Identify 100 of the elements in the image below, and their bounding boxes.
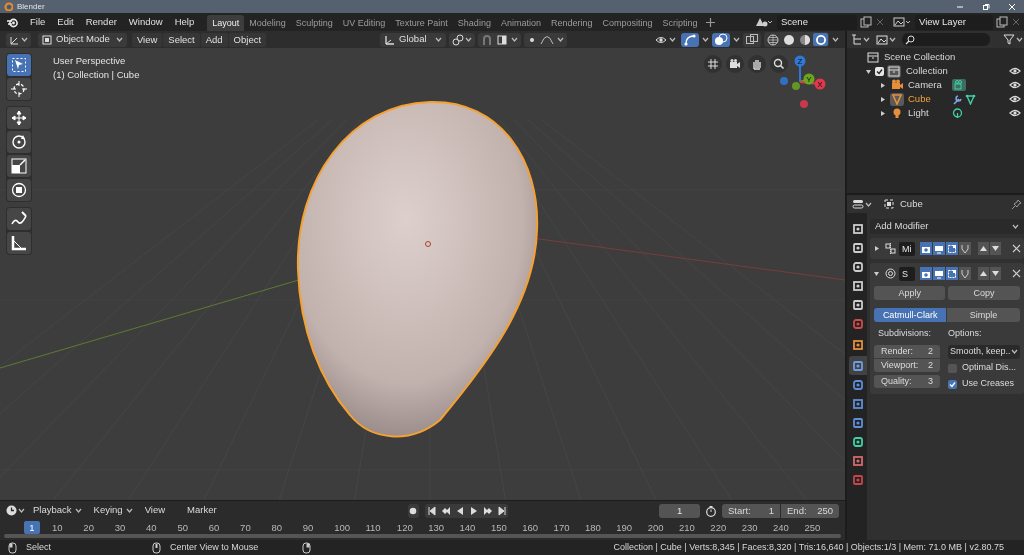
workspace-tab[interactable]: Scripting: [657, 15, 703, 31]
jump-start-button[interactable]: [425, 503, 439, 518]
collapsed-arrow-icon[interactable]: [879, 81, 886, 89]
move-down-button[interactable]: [990, 242, 1001, 255]
workspace-tab[interactable]: UV Editing: [337, 15, 391, 31]
checkbox[interactable]: [875, 66, 884, 76]
camera-data-icon[interactable]: [952, 79, 966, 91]
tool-button[interactable]: [7, 54, 31, 76]
workspace-tab[interactable]: Rendering: [545, 15, 598, 31]
jump-end-button[interactable]: [495, 503, 509, 518]
menu-button[interactable]: View: [140, 503, 180, 518]
number-field[interactable]: Quality: 3: [874, 374, 940, 388]
menu-item[interactable]: Render: [80, 17, 122, 27]
workspace-tab[interactable]: Animation: [495, 15, 546, 31]
copy-icon[interactable]: [996, 16, 1008, 28]
display-toggle[interactable]: [920, 242, 932, 255]
editor-type-button[interactable]: [6, 505, 25, 516]
wrench-icon[interactable]: [952, 93, 962, 105]
display-mode-button[interactable]: [876, 34, 896, 45]
workspace-tab[interactable]: Texture Paint: [390, 15, 453, 31]
plus-icon[interactable]: [704, 17, 716, 28]
scene-field[interactable]: Scene: [777, 14, 857, 30]
outliner-item[interactable]: Collection: [906, 63, 948, 79]
navigation-gizmo[interactable]: Z Y X: [778, 48, 834, 110]
number-field[interactable]: Viewport: 2: [874, 358, 940, 372]
xray-toggle[interactable]: [743, 32, 761, 47]
falloff-icon[interactable]: [539, 34, 554, 45]
workspace-tab[interactable]: Shading: [452, 15, 496, 31]
tool-button[interactable]: [7, 155, 31, 177]
stopwatch-icon[interactable]: [705, 504, 717, 517]
editor-type-button[interactable]: [852, 199, 872, 209]
snap-icon[interactable]: [495, 33, 508, 46]
light-data-icon[interactable]: [952, 107, 963, 119]
menu-button[interactable]: Object: [228, 32, 267, 47]
menu-button[interactable]: Playback: [29, 503, 86, 518]
mesh-data-icon[interactable]: [965, 93, 976, 105]
filter-button[interactable]: [1002, 34, 1023, 45]
mode-dropdown[interactable]: Object Mode: [38, 32, 127, 47]
display-toggle[interactable]: [933, 242, 945, 255]
type-tab[interactable]: Simple: [947, 308, 1020, 322]
tool-button[interactable]: [7, 107, 31, 129]
axis-handle[interactable]: Y: [803, 73, 815, 85]
view-layer-icon[interactable]: [892, 16, 912, 28]
move-up-button[interactable]: [978, 242, 989, 255]
outliner-row[interactable]: Collection: [847, 64, 1024, 78]
search-field[interactable]: [902, 33, 990, 46]
outliner-item[interactable]: Cube: [908, 91, 948, 107]
tool-button[interactable]: [7, 131, 31, 153]
pivot-button[interactable]: [448, 32, 475, 47]
pin-icon[interactable]: [1010, 198, 1022, 210]
action-button[interactable]: Copy: [948, 286, 1020, 300]
current-frame-field[interactable]: 1: [659, 503, 700, 518]
menu-item[interactable]: Window: [123, 17, 168, 27]
menu-button[interactable]: Marker: [183, 503, 231, 518]
workspace-tab[interactable]: Layout: [207, 15, 245, 31]
collapsed-arrow-icon[interactable]: [879, 109, 886, 117]
display-toggle[interactable]: [933, 267, 945, 280]
eye-icon[interactable]: [1008, 81, 1021, 89]
collapsed-arrow-icon[interactable]: [879, 95, 886, 103]
end-frame-field[interactable]: End: 250: [781, 503, 839, 518]
record-button[interactable]: [407, 503, 420, 518]
menu-button[interactable]: Select: [163, 32, 200, 47]
move-down-button[interactable]: [990, 267, 1001, 280]
maximize-icon[interactable]: [982, 2, 990, 11]
outliner-item[interactable]: Scene Collection: [884, 49, 956, 65]
tool-button[interactable]: [7, 232, 31, 254]
expanded-arrow-icon[interactable]: [865, 67, 872, 75]
tool-button[interactable]: [7, 78, 31, 100]
timeline-scrollbar[interactable]: [4, 534, 841, 538]
type-tab[interactable]: Catmull-Clark: [874, 308, 947, 322]
modifier-tab[interactable]: [849, 356, 867, 375]
axis-handle[interactable]: Z: [794, 55, 806, 67]
menu-item[interactable]: File: [25, 17, 51, 27]
menu-item[interactable]: Edit: [52, 17, 79, 27]
workspace-tab[interactable]: Sculpting: [290, 15, 338, 31]
view-layer-field[interactable]: View Layer: [915, 14, 993, 30]
workspace-tab[interactable]: Compositing: [597, 15, 658, 31]
eye-icon[interactable]: [1008, 109, 1021, 117]
display-toggle[interactable]: [946, 267, 958, 280]
rendered-shading-button[interactable]: [813, 33, 828, 46]
tool-button[interactable]: [7, 208, 31, 230]
workspace-tab[interactable]: Modeling: [244, 15, 291, 31]
scene-icon[interactable]: [754, 16, 774, 28]
gizmo-toggle[interactable]: [681, 32, 699, 47]
copy-icon[interactable]: [860, 16, 872, 28]
axis-handle[interactable]: X: [814, 78, 826, 90]
collapsed-arrow-icon[interactable]: [873, 245, 880, 252]
menu-button[interactable]: View: [131, 32, 163, 47]
menu-item[interactable]: Help: [169, 17, 200, 27]
outliner-item[interactable]: Light: [908, 105, 948, 121]
move-up-button[interactable]: [978, 267, 989, 280]
number-field[interactable]: Render: 2: [874, 344, 940, 358]
eye-icon[interactable]: [1008, 95, 1021, 103]
checkbox[interactable]: [948, 379, 957, 389]
menu-button[interactable]: Keying: [89, 503, 137, 518]
material-shading-button[interactable]: [797, 33, 812, 46]
orientation-dropdown[interactable]: Global: [380, 32, 446, 47]
start-frame-field[interactable]: Start: 1: [722, 503, 780, 518]
display-toggle[interactable]: [920, 267, 932, 280]
editor-type-button[interactable]: [851, 34, 870, 45]
